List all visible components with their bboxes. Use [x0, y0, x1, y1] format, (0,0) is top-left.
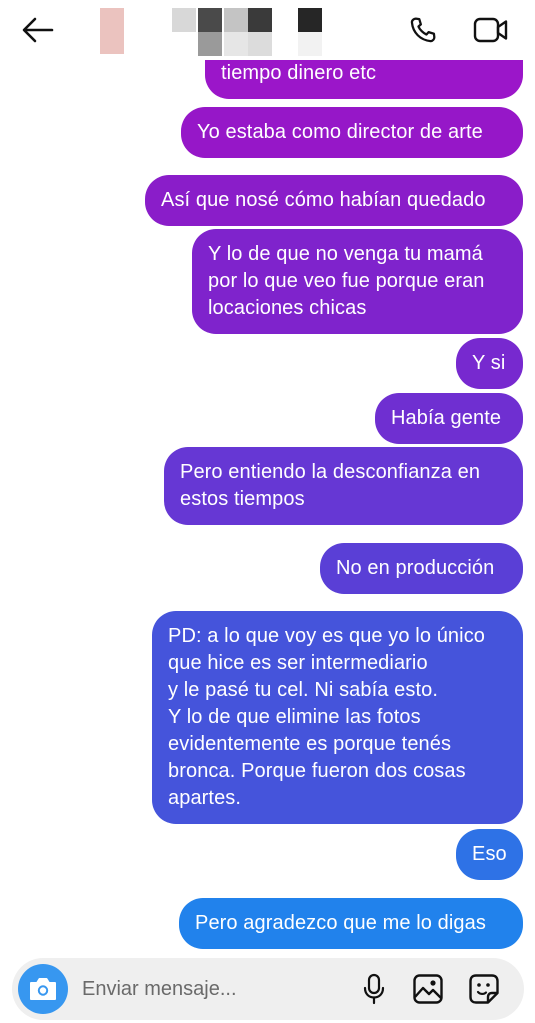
- sticker-icon: [469, 974, 499, 1004]
- phone-icon: [410, 17, 436, 43]
- arrow-left-icon: [22, 17, 54, 43]
- sticker-button[interactable]: [466, 971, 502, 1007]
- message-bubble[interactable]: PD: a lo que voy es que yo lo único que …: [152, 611, 523, 824]
- back-button[interactable]: [20, 14, 56, 46]
- contact-name-pixelated[interactable]: [172, 8, 324, 58]
- audio-call-button[interactable]: [404, 12, 442, 48]
- video-camera-icon: [473, 17, 508, 43]
- message-bubble[interactable]: Pero agradezco que me lo digas: [179, 898, 523, 949]
- image-icon: [413, 974, 443, 1004]
- message-bubble[interactable]: Yo estaba como director de arte: [181, 107, 523, 158]
- video-call-button[interactable]: [470, 12, 512, 48]
- message-bubble[interactable]: Y lo de que no venga tu mamá por lo que …: [192, 229, 523, 334]
- message-bubble[interactable]: Había gente: [375, 393, 523, 444]
- microphone-icon: [363, 973, 385, 1005]
- message-composer: [12, 958, 524, 1020]
- message-bubble[interactable]: Y si: [456, 338, 523, 389]
- message-input[interactable]: [82, 970, 352, 1008]
- dm-screen: tiempo dinero etc Yo estaba como directo…: [0, 0, 535, 1023]
- avatar[interactable]: [100, 8, 124, 54]
- message-bubble[interactable]: No en producción: [320, 543, 523, 594]
- chat-header: [0, 0, 535, 60]
- message-bubble[interactable]: Pero entiendo la desconfianza en estos t…: [164, 447, 523, 525]
- camera-button[interactable]: [18, 964, 68, 1014]
- message-bubble[interactable]: Así que nosé cómo habían quedado: [145, 175, 523, 226]
- message-bubble[interactable]: Eso: [456, 829, 523, 880]
- gallery-button[interactable]: [410, 971, 446, 1007]
- voice-message-button[interactable]: [356, 971, 392, 1007]
- message-bubble[interactable]: tiempo dinero etc: [205, 60, 523, 99]
- message-thread[interactable]: tiempo dinero etc Yo estaba como directo…: [0, 60, 535, 950]
- camera-icon: [30, 978, 56, 1000]
